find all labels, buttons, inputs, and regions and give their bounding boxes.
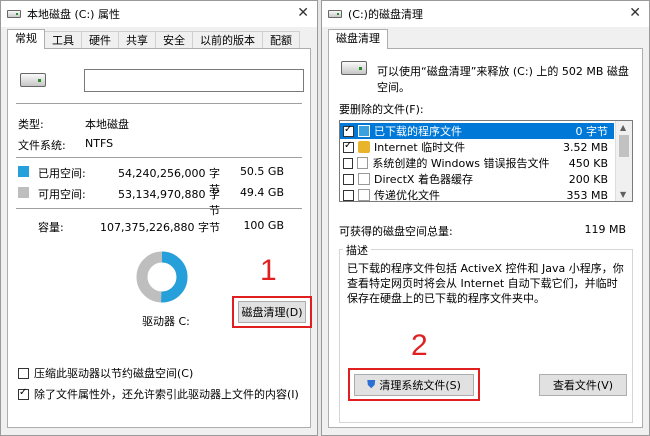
step-2-marker: 2	[411, 329, 428, 362]
fs-value: NTFS	[85, 137, 114, 150]
used-swatch	[18, 166, 29, 177]
free-swatch	[18, 187, 29, 198]
tab-strip: 磁盘清理	[328, 29, 388, 49]
description-text: 已下载的程序文件包括 ActiveX 控件和 Java 小程序，你查看特定网页时…	[347, 262, 624, 305]
file-list[interactable]: 已下载的程序文件 0 字节 Internet 临时文件 3.52 MB 系统创建…	[339, 120, 633, 202]
index-option[interactable]: 除了文件属性外，还允许索引此驱动器上文件的内容(I)	[18, 386, 299, 402]
disk-cleanup-button[interactable]: 磁盘清理(D)	[238, 301, 306, 323]
file-name: 系统创建的 Windows 错误报告文件	[372, 157, 550, 170]
window-title: 本地磁盘 (C:) 属性	[27, 8, 120, 21]
view-files-button[interactable]: 查看文件(V)	[539, 374, 627, 396]
index-checkbox[interactable]	[18, 387, 29, 400]
capacity-bytes: 107,375,226,880 字节	[100, 221, 220, 234]
intro-text: 可以使用“磁盘清理”来释放 (C:) 上的 502 MB 磁盘空间。	[377, 65, 629, 94]
divider	[16, 103, 302, 104]
capacity-label: 容量:	[38, 221, 64, 234]
file-size: 450 KB	[568, 156, 608, 170]
cleanup-panel: 可以使用“磁盘清理”来释放 (C:) 上的 502 MB 磁盘空间。 要删除的文…	[328, 48, 643, 428]
properties-window: 本地磁盘 (C:) 属性 ✕ 常规 工具 硬件 共享 安全 以前的版本 配额 类…	[0, 0, 318, 436]
clean-system-files-button[interactable]: ⛊ 清理系统文件(S)	[354, 374, 474, 396]
list-scrollbar[interactable]: ▲ ▼	[615, 121, 632, 201]
file-row[interactable]: Internet 临时文件 3.52 MB	[340, 139, 614, 155]
file-name: 已下载的程序文件	[374, 125, 462, 138]
compress-option[interactable]: 压缩此驱动器以节约磁盘空间(C)	[18, 365, 193, 381]
file-name: 传递优化文件	[374, 189, 440, 202]
tab-security[interactable]: 安全	[155, 31, 193, 49]
file-row[interactable]: 系统创建的 Windows 错误报告文件 450 KB	[340, 155, 614, 171]
step-1-marker: 1	[260, 254, 277, 287]
drive-letter-label: 驱动器 C:	[142, 315, 190, 328]
file-icon	[358, 189, 370, 201]
tab-quota[interactable]: 配额	[262, 31, 300, 49]
file-row[interactable]: DirectX 着色器缓存 200 KB	[340, 171, 614, 187]
tab-tools[interactable]: 工具	[44, 31, 82, 49]
file-row[interactable]: 传递优化文件 353 MB	[340, 187, 614, 202]
clean-system-files-label: 清理系统文件(S)	[379, 379, 461, 392]
drive-large-icon	[20, 73, 46, 87]
cleanup-large-icon	[341, 61, 367, 75]
title-bar: (C:)的磁盘清理 ✕	[322, 1, 649, 27]
total-label: 可获得的磁盘空间总量:	[339, 225, 453, 238]
scroll-thumb[interactable]	[619, 135, 629, 157]
drive-name-input[interactable]	[84, 69, 304, 92]
file-icon	[357, 157, 369, 169]
free-bytes: 53,134,970,880 字节	[118, 188, 220, 217]
file-size: 0 字节	[575, 125, 609, 138]
type-label: 类型:	[18, 118, 44, 131]
total-value: 119 MB	[584, 223, 626, 236]
scroll-down-icon[interactable]: ▼	[620, 190, 626, 199]
disk-cleanup-window: (C:)的磁盘清理 ✕ 磁盘清理 可以使用“磁盘清理”来释放 (C:) 上的 5…	[321, 0, 650, 436]
used-size: 50.5 GB	[239, 165, 284, 178]
free-size: 49.4 GB	[239, 186, 284, 199]
file-checkbox[interactable]	[343, 157, 354, 169]
capacity-size: 100 GB	[243, 219, 284, 232]
window-title: (C:)的磁盘清理	[348, 8, 423, 21]
compress-label: 压缩此驱动器以节约磁盘空间(C)	[34, 367, 194, 380]
file-size: 353 MB	[566, 188, 608, 202]
tab-sharing[interactable]: 共享	[118, 31, 156, 49]
general-panel: 类型: 本地磁盘 文件系统: NTFS 已用空间: 54,240,256,000…	[7, 48, 312, 428]
tab-disk-cleanup[interactable]: 磁盘清理	[328, 29, 388, 49]
fs-label: 文件系统:	[18, 139, 66, 152]
divider	[16, 208, 302, 209]
folder-icon	[358, 125, 370, 137]
file-name: DirectX 着色器缓存	[374, 173, 473, 186]
file-checkbox[interactable]	[343, 189, 354, 201]
scroll-up-icon[interactable]: ▲	[620, 123, 626, 132]
files-to-delete-label: 要删除的文件(F):	[339, 103, 424, 116]
tab-previous-versions[interactable]: 以前的版本	[192, 31, 263, 49]
index-label: 除了文件属性外，还允许索引此驱动器上文件的内容(I)	[34, 388, 299, 401]
description-label: 描述	[343, 242, 371, 258]
file-checkbox[interactable]	[343, 173, 354, 185]
compress-checkbox[interactable]	[18, 367, 29, 379]
file-checkbox[interactable]	[343, 140, 354, 153]
file-row[interactable]: 已下载的程序文件 0 字节	[340, 123, 614, 139]
title-bar: 本地磁盘 (C:) 属性 ✕	[1, 1, 317, 27]
tab-hardware[interactable]: 硬件	[81, 31, 119, 49]
lock-icon	[358, 141, 370, 153]
used-label: 已用空间:	[38, 167, 86, 180]
type-value: 本地磁盘	[85, 118, 129, 131]
tab-general[interactable]: 常规	[7, 29, 45, 49]
close-icon[interactable]: ✕	[297, 5, 309, 21]
cleanup-icon	[328, 10, 342, 18]
divider	[16, 157, 302, 158]
file-icon	[358, 173, 370, 185]
shield-icon: ⛊	[367, 378, 376, 391]
file-size: 200 KB	[568, 172, 608, 186]
tab-strip: 常规 工具 硬件 共享 安全 以前的版本 配额	[7, 29, 300, 49]
usage-donut	[136, 251, 188, 303]
close-icon[interactable]: ✕	[629, 5, 641, 21]
file-name: Internet 临时文件	[374, 141, 466, 154]
file-size: 3.52 MB	[562, 140, 608, 154]
file-checkbox[interactable]	[343, 124, 354, 137]
drive-icon	[7, 10, 21, 18]
free-label: 可用空间:	[38, 188, 86, 201]
